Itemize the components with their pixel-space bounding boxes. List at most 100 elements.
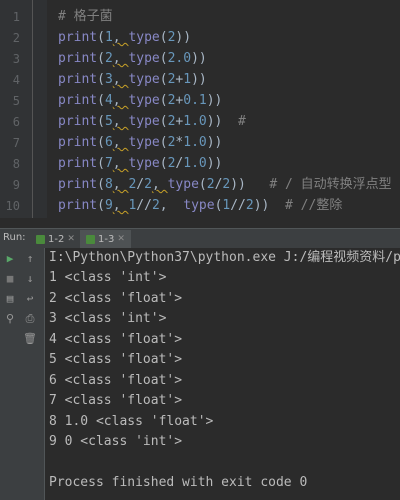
code-token: )) <box>253 198 286 213</box>
code-line-comment-header[interactable]: # 格子菌 <box>58 7 113 27</box>
python-run-icon <box>36 234 45 244</box>
code-token: print <box>58 156 98 171</box>
code-line[interactable]: print(3, type(2+1)) <box>58 70 207 90</box>
run-tab-1-3[interactable]: 1-3 ✕ <box>80 230 131 248</box>
console-output-line: 5 <class 'float'> <box>49 352 183 367</box>
code-token: 4 <box>104 93 113 108</box>
code-token: 2 <box>245 198 254 213</box>
code-line[interactable]: print(8, 2/2, type(2/2)) # / 自动转换浮点型 <box>58 175 392 195</box>
code-token: 7 <box>104 156 113 171</box>
code-token: type <box>183 198 215 213</box>
line-number: 10 <box>5 199 20 213</box>
code-token: ( <box>97 72 105 87</box>
line-number: 1 <box>12 10 20 24</box>
close-icon[interactable]: ✕ <box>117 234 125 244</box>
code-token: ( <box>97 30 105 45</box>
code-token: ( <box>97 51 105 66</box>
code-token: )) <box>206 156 223 171</box>
run-tab-label: 1-2 <box>48 233 65 245</box>
code-token: / <box>136 177 145 192</box>
code-token: ( <box>198 177 207 192</box>
console-output-line: 3 <class 'int'> <box>49 311 167 326</box>
code-token: type <box>128 114 160 129</box>
code-token: 8 <box>104 177 113 192</box>
code-token: , <box>112 135 129 150</box>
line-number: 2 <box>12 31 20 45</box>
wrap-icon[interactable]: ↩ <box>23 292 37 306</box>
fold-strip <box>33 0 47 218</box>
code-token: , <box>112 93 129 108</box>
close-icon[interactable]: ✕ <box>67 234 75 244</box>
code-token: 5 <box>104 114 113 129</box>
code-token: ( <box>97 135 105 150</box>
console-output-line: 8 1.0 <class 'float'> <box>49 413 214 429</box>
console-command-line: I:\Python\Python37\python.exe J:/编程视频资料/… <box>49 250 400 265</box>
console-output-line: 2 <class 'float'> <box>49 290 183 306</box>
run-toolbar: ▶ ↑ ■ ↓ ▤ ↩ ⎙ ⚲ 🗑 <box>0 248 45 500</box>
code-token: )) <box>191 72 207 87</box>
code-token: 1 <box>183 72 192 87</box>
code-token: type <box>167 177 199 192</box>
code-token: ( <box>159 135 168 150</box>
console-output-line: 1 <class 'int'> <box>49 270 167 285</box>
code-token: ( <box>97 93 105 108</box>
code-line[interactable]: print(2, type(2.0)) <box>58 49 207 69</box>
code-token: // <box>230 198 246 213</box>
code-token: print <box>58 30 98 45</box>
code-token: )) <box>206 93 223 108</box>
code-token: print <box>58 51 98 66</box>
code-token: type <box>128 51 160 66</box>
code-line[interactable]: print(5, type(2+1.0)) # <box>58 112 246 132</box>
code-token: 6 <box>104 135 113 150</box>
code-line[interactable]: print(4, type(2+0.1)) <box>58 91 222 111</box>
code-token: )) <box>206 114 239 129</box>
code-token: print <box>58 198 98 213</box>
stop-icon[interactable]: ■ <box>3 272 17 286</box>
code-token: )) <box>191 51 207 66</box>
code-token: print <box>58 72 98 87</box>
code-token: 3 <box>104 72 113 87</box>
code-token: 1.0 <box>183 135 207 150</box>
code-token: ( <box>159 30 168 45</box>
code-token: 1.0 <box>183 156 207 171</box>
code-line[interactable]: print(6, type(2*1.0)) <box>58 133 222 153</box>
code-line[interactable]: print(7, type(2/1.0)) <box>58 154 222 174</box>
code-editor[interactable]: 1 2 3 4 5 6 7 8 9 10 # 格子菌 print(1, type(2)) print… <box>0 0 400 218</box>
code-token: type <box>128 135 160 150</box>
run-tool-header: Run: 1-2 ✕ 1-3 ✕ <box>0 228 400 249</box>
console-exit-message: Process finished with exit code 0 <box>49 475 308 490</box>
code-token: )) <box>230 177 270 192</box>
code-token: 9 <box>104 198 113 213</box>
arrow-up-icon[interactable]: ↑ <box>23 252 37 266</box>
layout-icon[interactable]: ▤ <box>3 292 17 306</box>
code-token: 2 <box>151 198 160 213</box>
run-console[interactable]: I:\Python\Python37\python.exe J:/编程视频资料/… <box>45 248 400 500</box>
code-token: ( <box>159 72 168 87</box>
code-token: , <box>112 30 129 45</box>
code-token: 0.1 <box>183 93 207 108</box>
console-output-line: 4 <class 'float'> <box>49 331 183 347</box>
code-token: , <box>151 177 168 192</box>
trash-icon[interactable]: 🗑 <box>23 332 37 346</box>
code-token: ( <box>159 114 168 129</box>
code-token: )) <box>206 135 223 150</box>
code-token: ( <box>97 156 105 171</box>
console-output-line: 9 0 <class 'int'> <box>49 434 183 449</box>
code-token: ( <box>97 198 105 213</box>
code-token: print <box>58 177 98 192</box>
code-token: type <box>128 156 160 171</box>
code-token: , <box>112 156 129 171</box>
code-token: ( <box>159 51 168 66</box>
code-token: 2 <box>206 177 215 192</box>
code-line[interactable]: print(9, 1//2, type(1//2)) # //整除 <box>58 196 342 216</box>
code-token: print <box>58 114 98 129</box>
print-icon[interactable]: ⎙ <box>23 312 37 326</box>
run-tab-1-2[interactable]: 1-2 ✕ <box>30 230 81 248</box>
play-icon[interactable]: ▶ <box>3 252 17 266</box>
pin-icon[interactable]: ⚲ <box>3 312 17 326</box>
arrow-down-icon[interactable]: ↓ <box>23 272 37 286</box>
python-run-icon <box>86 234 95 244</box>
code-line[interactable]: print(1, type(2)) <box>58 28 191 48</box>
code-token: // <box>136 198 152 213</box>
code-token: , <box>112 177 129 192</box>
